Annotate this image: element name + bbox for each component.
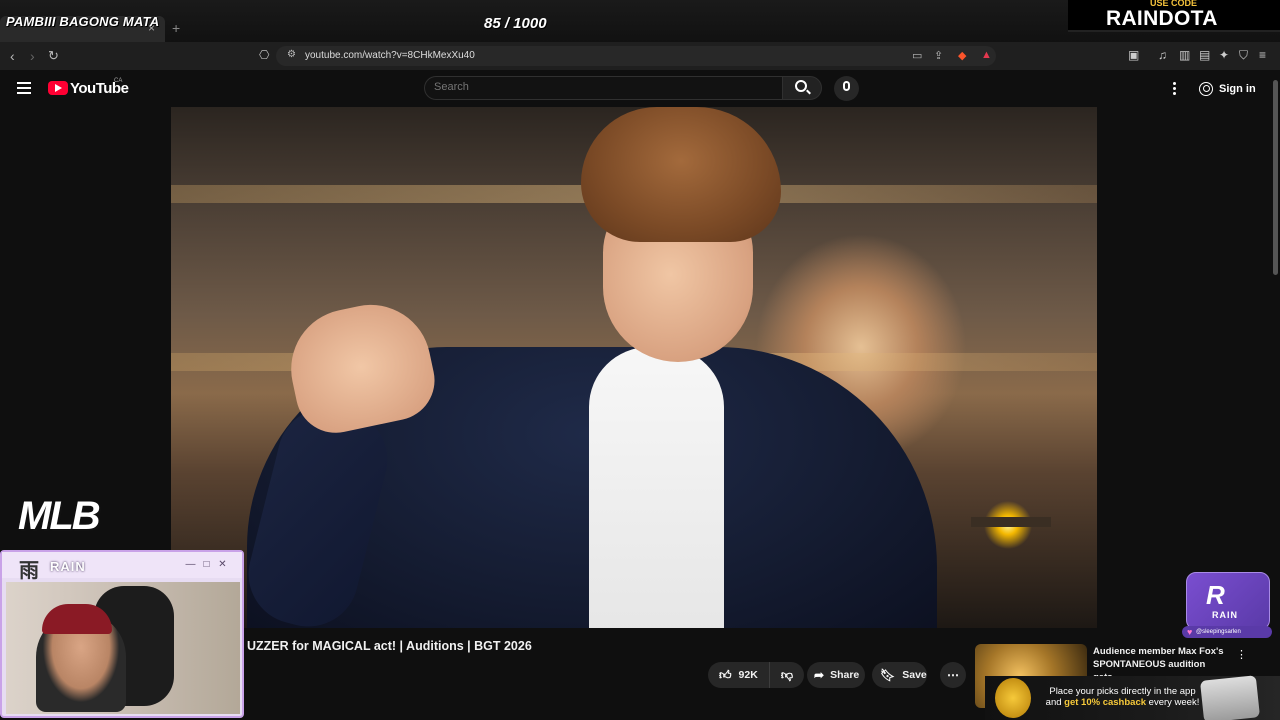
screen: PAMBIII BAGONG MATA × + 85 / 1000 USE CO…: [0, 0, 1280, 720]
scrollbar-thumb[interactable]: [1273, 80, 1278, 275]
rain-kanji-icon: 雨: [19, 560, 39, 582]
stream-counter: 85 / 1000: [484, 15, 547, 32]
minimize-icon: —: [185, 559, 196, 570]
tab-search-icon[interactable]: ▣: [1128, 48, 1139, 62]
more-actions-button[interactable]: ⋯: [940, 662, 966, 688]
close-icon: ✕: [218, 559, 227, 570]
brave-rewards-icon[interactable]: ▲: [981, 49, 992, 61]
region-code: CA: [114, 78, 123, 84]
share-page-icon[interactable]: ⇪: [934, 49, 943, 62]
guide-menu-icon[interactable]: [17, 82, 31, 97]
share-icon: ➦: [814, 668, 825, 682]
more-horizontal-icon: ⋯: [947, 668, 959, 682]
bee-mascot-icon: [995, 678, 1031, 718]
youtube-play-icon: [55, 84, 62, 92]
ad-text: Place your picks directly in the app and…: [1040, 686, 1205, 708]
thumbs-down-icon: 👎︎: [780, 667, 794, 682]
bookmark-save-icon: 🔖︎: [880, 668, 896, 682]
sign-in-label: Sign in: [1219, 83, 1256, 95]
search-icon: [795, 80, 807, 92]
thumbs-up-icon: 👍︎: [719, 667, 732, 682]
ad-text-fragment: every week!: [1146, 697, 1200, 708]
social-handle: @sleepingsarlen: [1182, 626, 1272, 638]
recommended-title-line: Audience member Max Fox's: [1093, 646, 1224, 657]
tab-close-icon[interactable]: ×: [148, 21, 155, 35]
streamer-cap: [42, 604, 112, 634]
stream-title: PAMBIII BAGONG MATA: [6, 14, 160, 29]
heart-icon: ♥: [1187, 627, 1193, 637]
search-input[interactable]: [434, 81, 764, 93]
like-count: 92K: [738, 669, 758, 681]
webcam-title: RAIN: [50, 559, 86, 574]
sidebar-icon[interactable]: ▥: [1179, 48, 1190, 62]
recommended-menu-icon[interactable]: ⋮: [1236, 648, 1247, 661]
vpn-icon[interactable]: ⛉: [1239, 48, 1248, 63]
performer-hair: [581, 107, 781, 242]
app-phone-image: [1199, 675, 1261, 720]
forward-icon[interactable]: ›: [30, 48, 35, 64]
site-info-icon[interactable]: ⚙: [287, 49, 296, 60]
mlb-logo: MLB: [18, 494, 101, 539]
account-icon: [1199, 82, 1213, 96]
new-tab-icon[interactable]: +: [172, 20, 180, 36]
ad-highlight: get 10% cashback: [1064, 697, 1147, 708]
webcam-feed: [6, 582, 240, 714]
share-button[interactable]: ➦ Share: [807, 662, 865, 688]
cast-icon[interactable]: ▭: [912, 49, 922, 62]
video-title: UZZER for MAGICAL act! | Auditions | BGT…: [247, 639, 532, 653]
back-icon[interactable]: ‹: [10, 48, 15, 64]
like-dislike-group: 👍︎ 92K 👎︎: [708, 662, 804, 688]
bookmark-icon[interactable]: ⎔: [259, 48, 269, 62]
save-button[interactable]: 🔖︎ Save: [872, 662, 927, 688]
share-label: Share: [830, 669, 860, 681]
rain-logo-text: RAIN: [1212, 610, 1238, 620]
maximize-icon: □: [203, 559, 210, 570]
ad-text-line: and get 10% cashback every week!: [1040, 697, 1205, 708]
rain-team-logo: [1186, 572, 1270, 630]
stage-lamp: [971, 517, 1051, 527]
ad-text-fragment: and: [1045, 697, 1065, 708]
leo-ai-icon[interactable]: ✦: [1219, 48, 1229, 62]
brave-shield-icon[interactable]: ◆: [958, 49, 966, 62]
reload-icon[interactable]: ↻: [48, 48, 59, 64]
dislike-button[interactable]: 👎︎: [770, 662, 804, 688]
sign-in-button[interactable]: Sign in: [1199, 80, 1256, 98]
performer-shirt: [589, 347, 724, 628]
mlb-logo-text: MLB: [18, 494, 101, 538]
settings-menu-icon[interactable]: [1173, 82, 1176, 97]
promo-code: RAINDOTA: [1106, 7, 1218, 30]
like-button[interactable]: 👍︎ 92K: [708, 662, 770, 688]
video-player[interactable]: [171, 107, 1097, 628]
wallet-icon[interactable]: ▤: [1199, 48, 1210, 62]
rain-r-icon: R: [1206, 580, 1225, 610]
media-icon[interactable]: ♫: [1158, 48, 1167, 62]
save-label: Save: [902, 669, 927, 681]
url-text[interactable]: youtube.com/watch?v=8CHkMexXu40: [305, 50, 475, 61]
menu-icon[interactable]: ≡: [1259, 48, 1266, 62]
ad-text-line: Place your picks directly in the app: [1049, 686, 1196, 697]
mic-icon: [843, 81, 850, 91]
